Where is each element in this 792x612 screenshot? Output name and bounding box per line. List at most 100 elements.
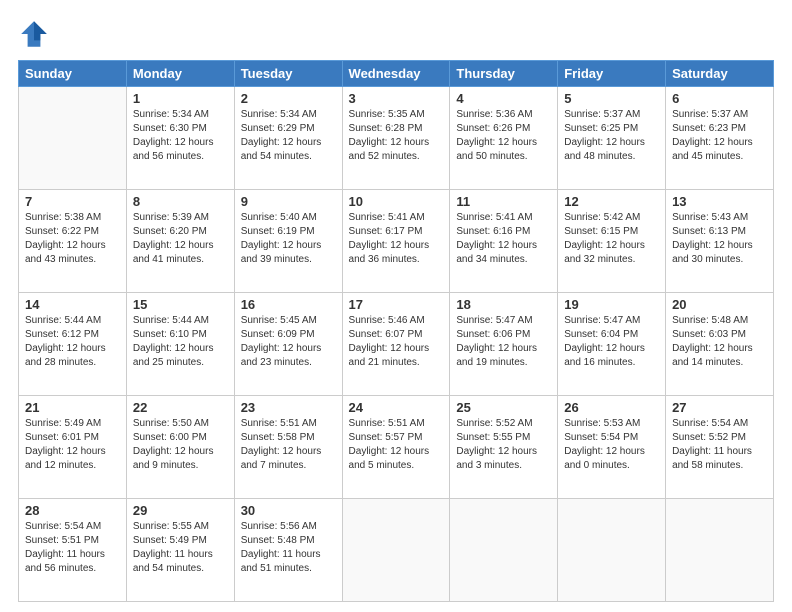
day-info: Sunrise: 5:35 AM Sunset: 6:28 PM Dayligh… <box>349 108 444 164</box>
calendar-cell: 28 Sunrise: 5:54 AM Sunset: 5:51 PM Dayli… <box>19 499 127 602</box>
day-info: Sunrise: 5:38 AM Sunset: 6:22 PM Dayligh… <box>25 211 120 267</box>
day-header-sunday: Sunday <box>19 61 127 87</box>
day-number: 22 <box>133 400 228 415</box>
calendar-cell: 29 Sunrise: 5:55 AM Sunset: 5:49 PM Dayli… <box>126 499 234 602</box>
day-info: Sunrise: 5:55 AM Sunset: 5:49 PM Dayligh… <box>133 520 228 576</box>
calendar-week-3: 14 Sunrise: 5:44 AM Sunset: 6:12 PM Dayli… <box>19 293 774 396</box>
calendar-cell: 2Sunrise: 5:34 AM Sunset: 6:29 PM Daylig… <box>234 87 342 190</box>
day-info: Sunrise: 5:47 AM Sunset: 6:06 PM Dayligh… <box>456 314 551 370</box>
calendar-cell: 27 Sunrise: 5:54 AM Sunset: 5:52 PM Dayli… <box>666 396 774 499</box>
day-number: 15 <box>133 297 228 312</box>
calendar-cell: 25 Sunrise: 5:52 AM Sunset: 5:55 PM Dayli… <box>450 396 558 499</box>
day-number: 27 <box>672 400 767 415</box>
day-number: 14 <box>25 297 120 312</box>
day-info: Sunrise: 5:52 AM Sunset: 5:55 PM Dayligh… <box>456 417 551 473</box>
day-number: 19 <box>564 297 659 312</box>
calendar-week-5: 28 Sunrise: 5:54 AM Sunset: 5:51 PM Dayli… <box>19 499 774 602</box>
calendar-cell: 10 Sunrise: 5:41 AM Sunset: 6:17 PM Dayli… <box>342 190 450 293</box>
day-number: 16 <box>241 297 336 312</box>
day-number: 30 <box>241 503 336 518</box>
calendar-cell: 20Sunrise: 5:48 AM Sunset: 6:03 PM Dayli… <box>666 293 774 396</box>
day-info: Sunrise: 5:54 AM Sunset: 5:51 PM Dayligh… <box>25 520 120 576</box>
day-info: Sunrise: 5:44 AM Sunset: 6:10 PM Dayligh… <box>133 314 228 370</box>
day-number: 23 <box>241 400 336 415</box>
day-info: Sunrise: 5:41 AM Sunset: 6:17 PM Dayligh… <box>349 211 444 267</box>
day-info: Sunrise: 5:54 AM Sunset: 5:52 PM Dayligh… <box>672 417 767 473</box>
day-info: Sunrise: 5:46 AM Sunset: 6:07 PM Dayligh… <box>349 314 444 370</box>
day-info: Sunrise: 5:45 AM Sunset: 6:09 PM Dayligh… <box>241 314 336 370</box>
calendar-cell: 13 Sunrise: 5:43 AM Sunset: 6:13 PM Dayli… <box>666 190 774 293</box>
day-info: Sunrise: 5:49 AM Sunset: 6:01 PM Dayligh… <box>25 417 120 473</box>
calendar-week-2: 7 Sunrise: 5:38 AM Sunset: 6:22 PM Daylig… <box>19 190 774 293</box>
day-info: Sunrise: 5:36 AM Sunset: 6:26 PM Dayligh… <box>456 108 551 164</box>
header <box>18 18 774 50</box>
calendar-week-1: 1 Sunrise: 5:34 AM Sunset: 6:30 PM Daylig… <box>19 87 774 190</box>
calendar-cell <box>558 499 666 602</box>
calendar-cell: 7 Sunrise: 5:38 AM Sunset: 6:22 PM Daylig… <box>19 190 127 293</box>
day-number: 8 <box>133 194 228 209</box>
day-number: 2 <box>241 91 336 106</box>
day-number: 1 <box>133 91 228 106</box>
day-info: Sunrise: 5:42 AM Sunset: 6:15 PM Dayligh… <box>564 211 659 267</box>
day-number: 28 <box>25 503 120 518</box>
day-header-wednesday: Wednesday <box>342 61 450 87</box>
day-header-monday: Monday <box>126 61 234 87</box>
day-number: 12 <box>564 194 659 209</box>
day-header-tuesday: Tuesday <box>234 61 342 87</box>
day-info: Sunrise: 5:41 AM Sunset: 6:16 PM Dayligh… <box>456 211 551 267</box>
calendar-cell: 24 Sunrise: 5:51 AM Sunset: 5:57 PM Dayli… <box>342 396 450 499</box>
calendar-cell: 14 Sunrise: 5:44 AM Sunset: 6:12 PM Dayli… <box>19 293 127 396</box>
day-header-saturday: Saturday <box>666 61 774 87</box>
calendar-cell: 11 Sunrise: 5:41 AM Sunset: 6:16 PM Dayli… <box>450 190 558 293</box>
calendar-cell: 6 Sunrise: 5:37 AM Sunset: 6:23 PM Daylig… <box>666 87 774 190</box>
day-number: 3 <box>349 91 444 106</box>
day-info: Sunrise: 5:48 AM Sunset: 6:03 PM Dayligh… <box>672 314 767 370</box>
calendar-cell: 23 Sunrise: 5:51 AM Sunset: 5:58 PM Dayli… <box>234 396 342 499</box>
day-number: 9 <box>241 194 336 209</box>
day-number: 26 <box>564 400 659 415</box>
calendar-week-4: 21 Sunrise: 5:49 AM Sunset: 6:01 PM Dayli… <box>19 396 774 499</box>
logo <box>18 18 54 50</box>
day-number: 18 <box>456 297 551 312</box>
day-number: 24 <box>349 400 444 415</box>
calendar-cell: 12 Sunrise: 5:42 AM Sunset: 6:15 PM Dayli… <box>558 190 666 293</box>
day-info: Sunrise: 5:37 AM Sunset: 6:23 PM Dayligh… <box>672 108 767 164</box>
calendar-header-row: SundayMondayTuesdayWednesdayThursdayFrid… <box>19 61 774 87</box>
day-info: Sunrise: 5:51 AM Sunset: 5:58 PM Dayligh… <box>241 417 336 473</box>
day-info: Sunrise: 5:34 AM Sunset: 6:30 PM Dayligh… <box>133 108 228 164</box>
calendar-cell: 15 Sunrise: 5:44 AM Sunset: 6:10 PM Dayli… <box>126 293 234 396</box>
day-info: Sunrise: 5:39 AM Sunset: 6:20 PM Dayligh… <box>133 211 228 267</box>
day-number: 29 <box>133 503 228 518</box>
day-info: Sunrise: 5:56 AM Sunset: 5:48 PM Dayligh… <box>241 520 336 576</box>
day-info: Sunrise: 5:43 AM Sunset: 6:13 PM Dayligh… <box>672 211 767 267</box>
day-number: 17 <box>349 297 444 312</box>
calendar-cell: 30 Sunrise: 5:56 AM Sunset: 5:48 PM Dayli… <box>234 499 342 602</box>
day-info: Sunrise: 5:47 AM Sunset: 6:04 PM Dayligh… <box>564 314 659 370</box>
day-number: 7 <box>25 194 120 209</box>
day-info: Sunrise: 5:44 AM Sunset: 6:12 PM Dayligh… <box>25 314 120 370</box>
day-number: 5 <box>564 91 659 106</box>
calendar-cell <box>450 499 558 602</box>
calendar-cell: 3 Sunrise: 5:35 AM Sunset: 6:28 PM Daylig… <box>342 87 450 190</box>
day-number: 10 <box>349 194 444 209</box>
calendar-cell: 18 Sunrise: 5:47 AM Sunset: 6:06 PM Dayli… <box>450 293 558 396</box>
day-number: 21 <box>25 400 120 415</box>
day-header-friday: Friday <box>558 61 666 87</box>
calendar-cell <box>342 499 450 602</box>
calendar-cell <box>666 499 774 602</box>
day-info: Sunrise: 5:53 AM Sunset: 5:54 PM Dayligh… <box>564 417 659 473</box>
calendar-cell: 17 Sunrise: 5:46 AM Sunset: 6:07 PM Dayli… <box>342 293 450 396</box>
day-number: 6 <box>672 91 767 106</box>
logo-icon <box>18 18 50 50</box>
day-info: Sunrise: 5:40 AM Sunset: 6:19 PM Dayligh… <box>241 211 336 267</box>
day-number: 11 <box>456 194 551 209</box>
calendar-cell: 4 Sunrise: 5:36 AM Sunset: 6:26 PM Daylig… <box>450 87 558 190</box>
day-number: 25 <box>456 400 551 415</box>
day-number: 4 <box>456 91 551 106</box>
calendar-cell: 5Sunrise: 5:37 AM Sunset: 6:25 PM Daylig… <box>558 87 666 190</box>
day-info: Sunrise: 5:50 AM Sunset: 6:00 PM Dayligh… <box>133 417 228 473</box>
day-number: 13 <box>672 194 767 209</box>
calendar-cell: 21 Sunrise: 5:49 AM Sunset: 6:01 PM Dayli… <box>19 396 127 499</box>
calendar-cell: 19 Sunrise: 5:47 AM Sunset: 6:04 PM Dayli… <box>558 293 666 396</box>
day-info: Sunrise: 5:51 AM Sunset: 5:57 PM Dayligh… <box>349 417 444 473</box>
